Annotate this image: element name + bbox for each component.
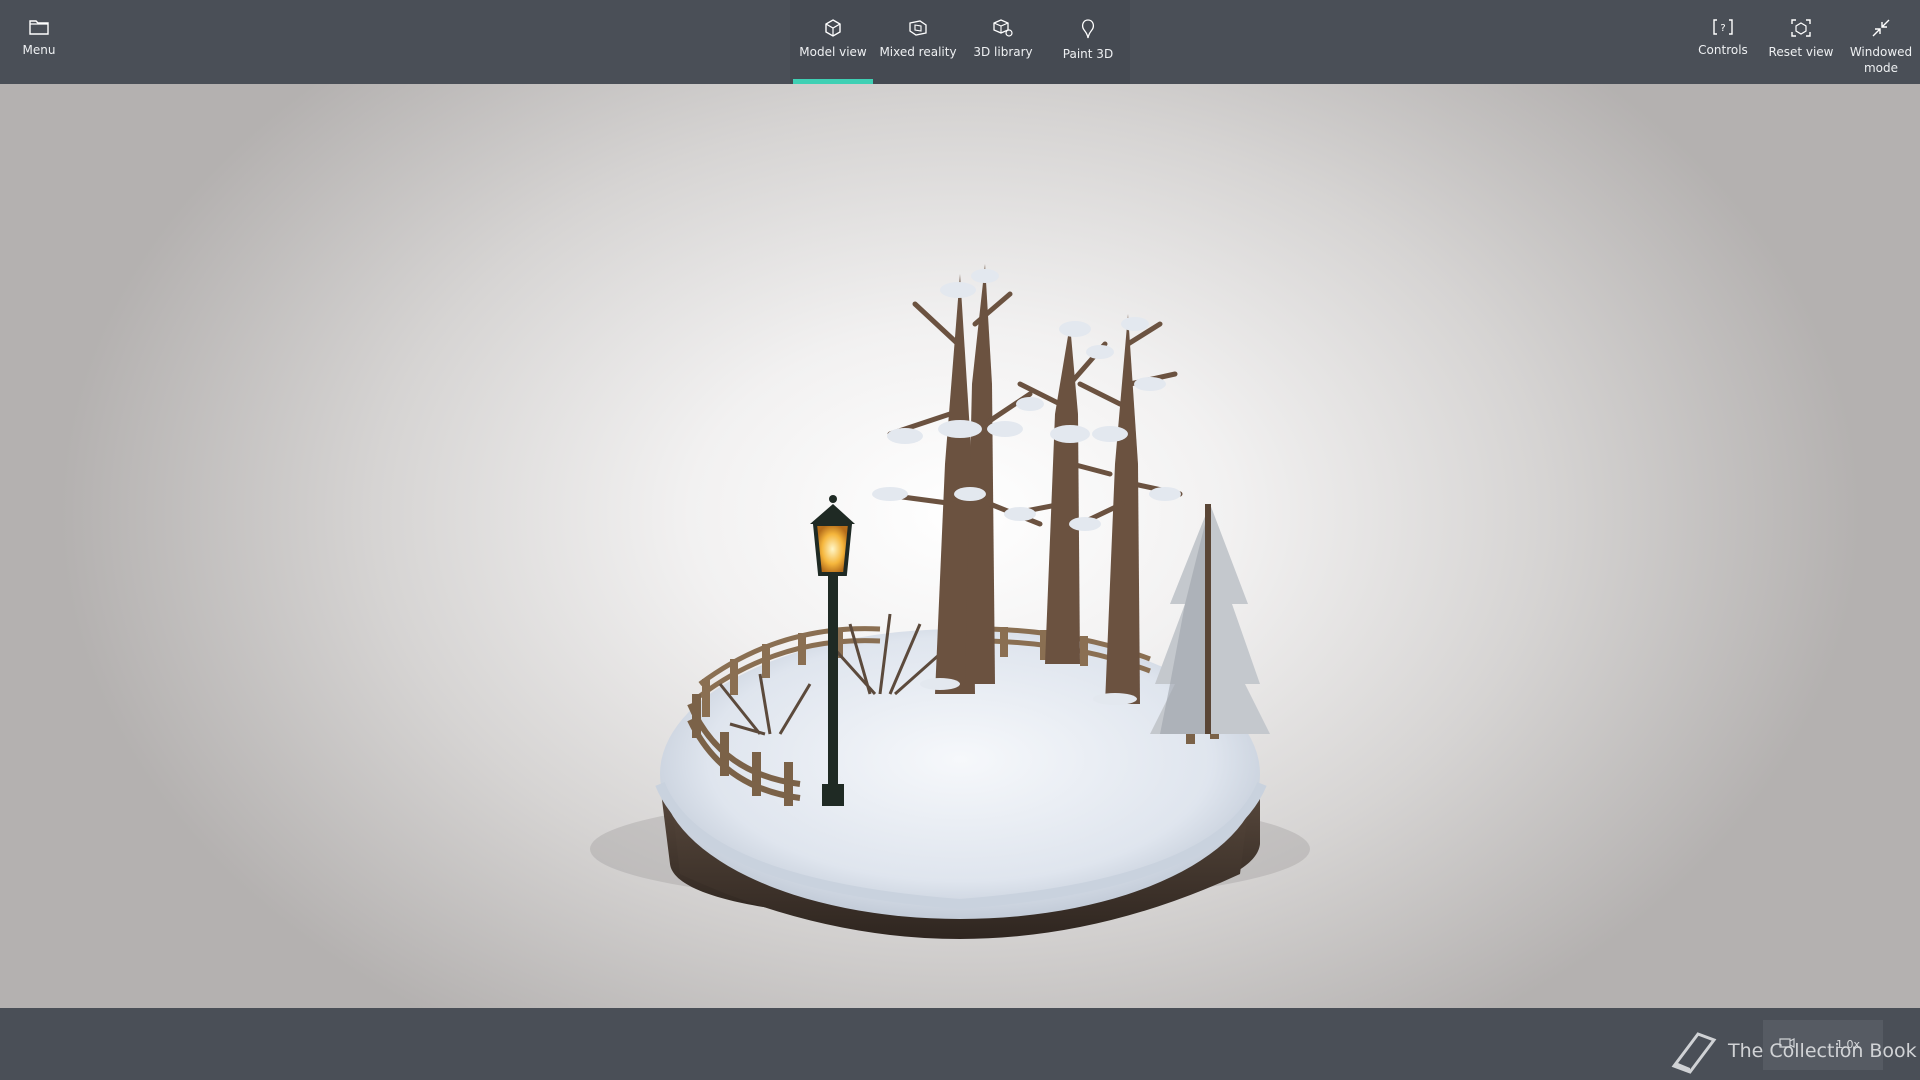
- tab-label: Paint 3D: [1062, 47, 1114, 61]
- tab-3d-library[interactable]: 3D library: [965, 0, 1041, 84]
- folder-icon: [29, 20, 49, 35]
- tab-label: Model view: [799, 45, 867, 59]
- pine-tree: [1150, 504, 1270, 734]
- winter-scene-model[interactable]: [0, 84, 1920, 1008]
- bottom-bar: [0, 1008, 1920, 1080]
- model-viewport[interactable]: [0, 84, 1920, 1008]
- tab-paint-3d[interactable]: Paint 3D: [1050, 0, 1126, 84]
- controls-label: Controls: [1698, 43, 1748, 57]
- tab-label: Mixed reality: [879, 45, 957, 59]
- 3d-library-icon: [993, 19, 1013, 37]
- watermark: The Collection Book: [1668, 1028, 1917, 1074]
- watermark-text: The Collection Book: [1728, 1040, 1917, 1062]
- controls-button[interactable]: ? Controls: [1692, 0, 1754, 84]
- reset-view-label: Reset view: [1768, 45, 1834, 59]
- tab-mixed-reality[interactable]: Mixed reality: [878, 0, 958, 84]
- paint-3d-icon: [1082, 19, 1094, 39]
- reset-view-icon: [1791, 19, 1811, 37]
- reset-view-button[interactable]: Reset view: [1768, 0, 1834, 84]
- collapse-icon: [1872, 19, 1890, 37]
- menu-button[interactable]: Menu: [14, 0, 64, 84]
- windowed-mode-button[interactable]: Windowed mode: [1846, 0, 1916, 84]
- controls-icon: ?: [1713, 19, 1733, 35]
- tab-model-view[interactable]: Model view: [795, 0, 871, 84]
- svg-text:?: ?: [1720, 23, 1725, 34]
- menu-label: Menu: [22, 43, 56, 57]
- cube-icon: [825, 19, 841, 37]
- windowed-mode-label: Windowed mode: [1849, 45, 1913, 75]
- tab-label: 3D library: [973, 45, 1033, 59]
- mixed-reality-icon: [909, 20, 927, 36]
- book-icon: [1671, 1032, 1717, 1074]
